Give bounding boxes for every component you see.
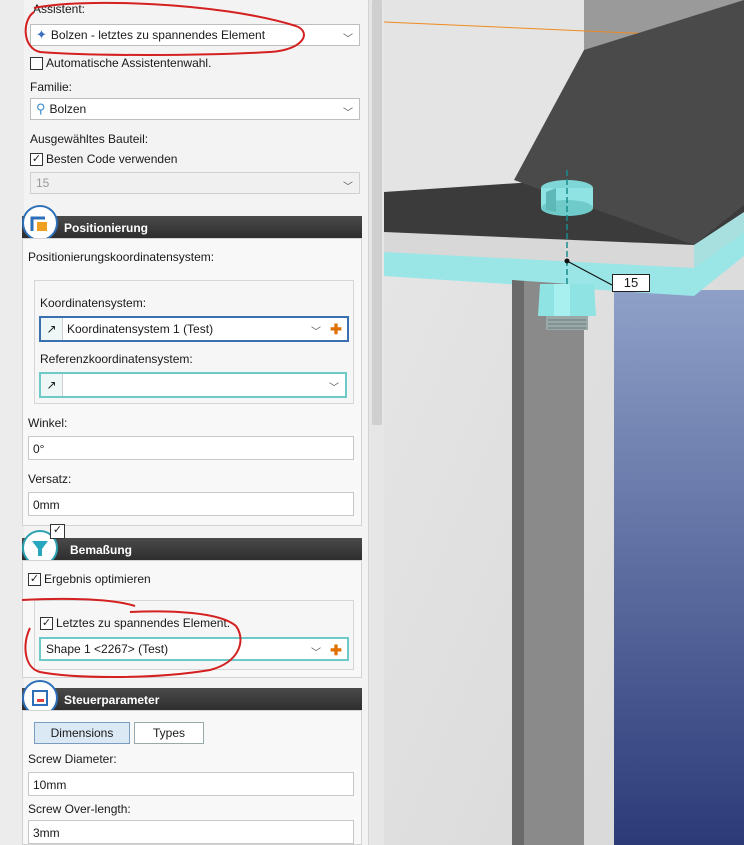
screw-overlength-input[interactable]: 3mm [28, 820, 354, 844]
bolt-family-icon: ⚲ [36, 101, 46, 116]
screw-overlength-label: Screw Over-length: [28, 802, 131, 816]
component-label: Ausgewähltes Bauteil: [30, 132, 149, 146]
code-value: 15 [36, 176, 50, 190]
best-code-checkbox[interactable]: ✓ Besten Code verwenden [30, 152, 177, 166]
properties-panel: Assistent: ✦ Bolzen - letztes zu spannen… [0, 0, 372, 845]
add-coord-system-icon[interactable]: ✚ [327, 318, 345, 340]
chevron-down-icon: ﹀ [343, 182, 353, 193]
optimize-result-label: Ergebnis optimieren [44, 572, 151, 586]
control-params-header[interactable]: Steuerparameter [22, 688, 362, 710]
last-element-value: Shape 1 <2267> (Test) [46, 642, 169, 656]
chevron-down-icon: ﹀ [343, 34, 353, 45]
control-params-title: Steuerparameter [64, 693, 160, 707]
last-element-label: Letztes zu spannendes Element: [56, 616, 231, 630]
checkbox-box [30, 56, 43, 70]
positioning-header[interactable]: Positionierung [22, 216, 362, 238]
coord-arrow-icon: ↗ [41, 318, 63, 340]
checkbox-box: ✓ [28, 572, 41, 586]
offset-label: Versatz: [28, 472, 72, 486]
panel-edge [0, 0, 24, 845]
auto-assistant-checkbox[interactable]: Automatische Assistentenwahl. [30, 56, 211, 70]
wizard-icon: ✦ [36, 27, 47, 42]
checkbox-box: ✓ [40, 616, 53, 630]
checkbox-box: ✓ [50, 524, 65, 539]
last-element-checkbox[interactable]: ✓ Letztes zu spannendes Element: [40, 616, 230, 630]
3d-scene [384, 0, 744, 845]
offset-input[interactable]: 0mm [28, 492, 354, 516]
assistant-label: Assistent: [33, 2, 86, 16]
coord-system-label: Koordinatensystem: [40, 296, 147, 310]
angle-label: Winkel: [28, 416, 68, 430]
family-label: Familie: [30, 80, 73, 94]
coord-system-value: Koordinatensystem 1 (Test) [67, 322, 214, 336]
best-code-label: Besten Code verwenden [46, 152, 178, 166]
angle-input[interactable]: 0° [28, 436, 354, 460]
chevron-down-icon: ﹀ [329, 383, 339, 394]
auto-assistant-label: Automatische Assistentenwahl. [46, 56, 212, 70]
positioning-system-label: Positionierungskoordinatensystem: [28, 250, 215, 264]
chevron-down-icon: ﹀ [343, 108, 353, 119]
positioning-icon [22, 205, 58, 241]
family-selected: Bolzen [49, 102, 87, 116]
panel-scrollbar[interactable] [368, 0, 384, 845]
positioning-title: Positionierung [64, 221, 148, 235]
last-element-dropdown[interactable]: Shape 1 <2267> (Test) ﹀ ✚ [39, 637, 349, 661]
screw-diameter-input[interactable]: 10mm [28, 772, 354, 796]
ref-coord-system-dropdown[interactable]: ↗ ﹀ [39, 372, 347, 398]
coord-system-dropdown[interactable]: ↗ Koordinatensystem 1 (Test) ﹀ ✚ [39, 316, 349, 342]
dimensioning-header[interactable]: Bemaßung [22, 538, 362, 560]
optimize-result-checkbox[interactable]: ✓ Ergebnis optimieren [28, 572, 151, 586]
tab-types[interactable]: Types [134, 722, 204, 744]
screw-diameter-label: Screw Diameter: [28, 752, 117, 766]
chevron-down-icon: ﹀ [311, 648, 321, 659]
checkbox-box: ✓ [30, 152, 43, 166]
scrollbar-thumb[interactable] [372, 0, 382, 425]
tab-dimensions[interactable]: Dimensions [34, 722, 130, 744]
chevron-down-icon: ﹀ [311, 327, 321, 338]
3d-viewport[interactable]: 15 [384, 0, 744, 845]
add-element-icon[interactable]: ✚ [327, 639, 345, 661]
dimensioning-enable-checkbox[interactable]: ✓ [50, 524, 65, 539]
code-dropdown[interactable]: 15 ﹀ [30, 172, 360, 194]
dimension-label-box[interactable]: 15 [612, 274, 650, 292]
ref-coord-arrow-icon: ↗ [41, 374, 63, 396]
ref-coord-system-label: Referenzkoordinatensystem: [40, 352, 193, 366]
assistant-dropdown[interactable]: ✦ Bolzen - letztes zu spannendes Element… [30, 24, 360, 46]
assistant-selected: Bolzen - letztes zu spannendes Element [50, 28, 266, 42]
dimensioning-title: Bemaßung [70, 543, 133, 557]
family-dropdown[interactable]: ⚲ Bolzen ﹀ [30, 98, 360, 120]
